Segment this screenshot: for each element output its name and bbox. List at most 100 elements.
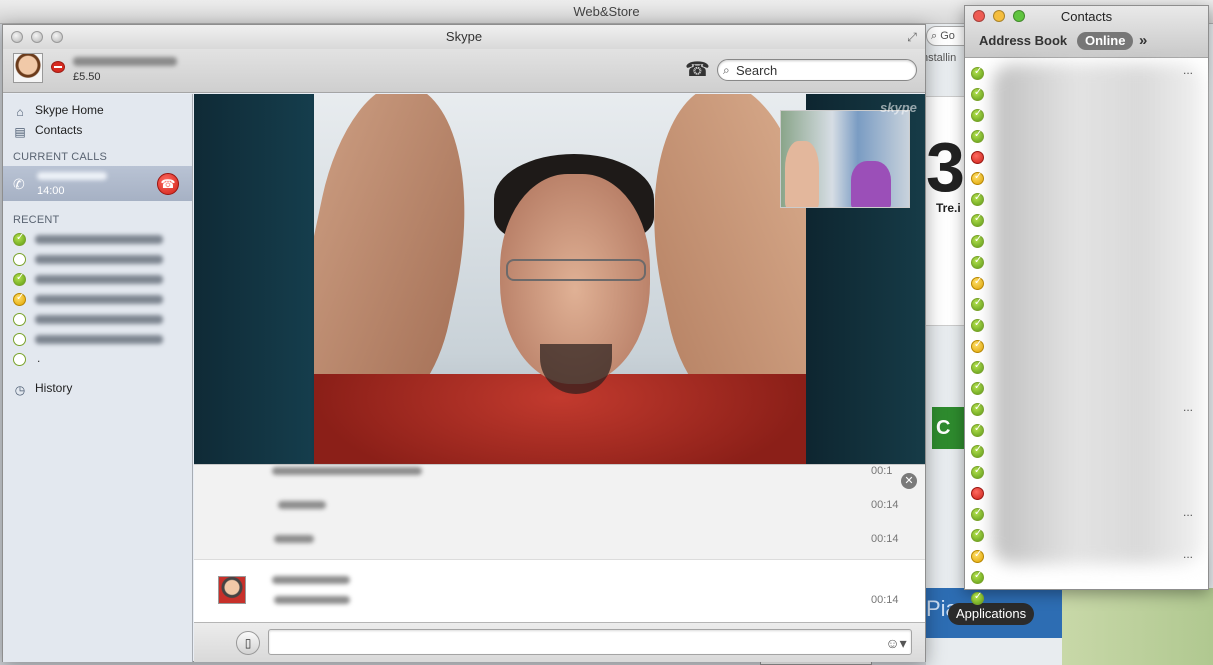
online-status-icon bbox=[971, 87, 984, 101]
offline-status-icon bbox=[13, 253, 26, 266]
dnd-status-icon bbox=[971, 487, 984, 500]
home-icon: ⌂ bbox=[16, 105, 24, 119]
chat-history: 00:1 ✕ 00:14 00:14 00:14 bbox=[194, 464, 925, 623]
current-call-item[interactable]: ✆ 14:00 ☎ bbox=[3, 166, 192, 201]
contacts-window: Contacts Address Book Online » ... ... .… bbox=[964, 5, 1209, 605]
contact-name-redacted bbox=[35, 235, 163, 244]
browser-search-text: Go bbox=[940, 30, 955, 42]
offline-status-icon bbox=[13, 333, 26, 346]
sidebar-item-skype-home[interactable]: ⌂ Skype Home bbox=[13, 101, 183, 119]
browser-search-field[interactable]: ⌕ Go bbox=[926, 26, 966, 46]
chat-message-redacted bbox=[274, 596, 350, 604]
online-status-icon bbox=[971, 591, 984, 605]
online-status-icon bbox=[971, 423, 984, 437]
skype-window: Skype ⤢ £5.50 ☎ ⌕ ⌂ Skype Home ▤ Contacts … bbox=[2, 24, 926, 662]
my-username-redacted bbox=[73, 57, 177, 66]
recent-contact-item[interactable]: . bbox=[13, 351, 183, 369]
sms-phone-icon[interactable]: ▯ bbox=[236, 631, 260, 655]
recent-contact-item[interactable] bbox=[13, 251, 183, 269]
my-avatar[interactable] bbox=[13, 53, 43, 83]
message-time: 00:14 bbox=[871, 533, 899, 545]
hang-up-button[interactable]: ☎ bbox=[157, 173, 179, 195]
offline-status-icon bbox=[13, 313, 26, 326]
sidebar: ⌂ Skype Home ▤ Contacts CURRENT CALLS ✆ 14… bbox=[3, 94, 193, 662]
do-not-disturb-status-icon[interactable] bbox=[51, 61, 65, 73]
contact-name-redacted bbox=[35, 315, 163, 324]
away-status-icon bbox=[13, 292, 26, 306]
online-status-icon bbox=[971, 465, 984, 479]
remote-video-feed[interactable] bbox=[314, 94, 806, 464]
online-status-icon bbox=[971, 297, 984, 311]
chat-message-redacted bbox=[278, 501, 326, 509]
online-status-icon bbox=[13, 232, 26, 246]
tab-online[interactable]: Online bbox=[1077, 32, 1134, 50]
call-time: 14:00 bbox=[37, 185, 65, 197]
online-status-icon bbox=[971, 507, 984, 521]
more-chevrons-icon[interactable]: » bbox=[1139, 32, 1147, 50]
video-arm-left bbox=[314, 94, 496, 417]
chat-message-redacted bbox=[274, 535, 314, 543]
recent-heading: RECENT bbox=[13, 214, 60, 226]
contact-name-redacted bbox=[35, 255, 163, 264]
truncated-name-ellipsis: ... bbox=[1183, 400, 1194, 414]
contacts-names-redacted bbox=[993, 64, 1203, 564]
offline-status-icon bbox=[13, 353, 26, 366]
tab-address-book[interactable]: Address Book bbox=[979, 33, 1067, 48]
browser-ad-banner[interactable]: 3 Tre.i bbox=[926, 96, 966, 326]
emoticon-icon[interactable]: ☺▾ bbox=[884, 635, 908, 651]
recent-contact-item[interactable] bbox=[13, 231, 183, 249]
close-window-button[interactable] bbox=[11, 31, 23, 43]
contact-name-redacted bbox=[35, 275, 163, 284]
ad-text: Tre.i bbox=[936, 201, 961, 215]
online-status-icon bbox=[971, 402, 984, 416]
pip-person bbox=[851, 161, 891, 207]
message-input[interactable] bbox=[268, 629, 912, 655]
contact-row[interactable] bbox=[971, 569, 1201, 587]
sidebar-item-contacts[interactable]: ▤ Contacts bbox=[13, 121, 183, 139]
avatar[interactable] bbox=[218, 576, 246, 604]
message-time: 00:1 bbox=[871, 465, 893, 477]
online-status-icon bbox=[971, 318, 984, 332]
skype-window-title: Skype bbox=[445, 29, 483, 44]
local-video-preview[interactable] bbox=[780, 110, 910, 208]
recent-contact-item[interactable] bbox=[13, 331, 183, 349]
fullscreen-icon[interactable]: ⤢ bbox=[905, 30, 919, 44]
truncated-name-ellipsis: ... bbox=[1183, 547, 1194, 561]
message-time: 00:14 bbox=[871, 499, 899, 511]
video-arm-right bbox=[622, 94, 806, 418]
truncated-name-ellipsis: ... bbox=[1183, 505, 1194, 519]
sidebar-item-history[interactable]: ◷ History bbox=[13, 379, 183, 397]
pip-person bbox=[785, 141, 819, 207]
skype-watermark-logo: skype bbox=[880, 100, 917, 115]
recent-contact-item[interactable] bbox=[13, 291, 183, 309]
call-in-progress-icon: ✆ bbox=[13, 176, 25, 192]
search-icon: ⌕ bbox=[723, 63, 730, 77]
sidebar-item-label: History bbox=[35, 381, 73, 395]
chat-message-redacted bbox=[272, 467, 422, 475]
contact-row[interactable] bbox=[971, 590, 1201, 608]
current-calls-heading: CURRENT CALLS bbox=[13, 151, 108, 163]
search-box[interactable]: ⌕ bbox=[717, 59, 917, 81]
video-glasses bbox=[506, 259, 646, 281]
close-icon[interactable]: ✕ bbox=[901, 473, 917, 489]
skype-titlebar: Skype ⤢ bbox=[3, 25, 925, 49]
away-status-icon bbox=[971, 171, 984, 185]
zoom-window-button[interactable] bbox=[51, 31, 63, 43]
dial-pad-phone-icon[interactable]: ☎ bbox=[685, 59, 710, 81]
sidebar-item-label: Contacts bbox=[35, 123, 83, 137]
online-status-icon bbox=[971, 570, 984, 584]
clock-icon: ◷ bbox=[14, 383, 26, 397]
browser-green-button[interactable]: C bbox=[932, 407, 966, 449]
video-call-area[interactable]: skype bbox=[194, 94, 925, 464]
skype-credit-balance[interactable]: £5.50 bbox=[73, 71, 101, 83]
recent-contact-item[interactable] bbox=[13, 271, 183, 289]
search-input[interactable] bbox=[736, 62, 908, 78]
online-status-icon bbox=[13, 272, 26, 286]
online-status-icon bbox=[971, 66, 984, 80]
recent-contact-item[interactable] bbox=[13, 311, 183, 329]
truncated-name-ellipsis: ... bbox=[1183, 63, 1194, 77]
online-status-icon bbox=[971, 528, 984, 542]
online-status-icon bbox=[971, 213, 984, 227]
chat-message-group: 00:14 bbox=[194, 559, 925, 623]
minimize-window-button[interactable] bbox=[31, 31, 43, 43]
